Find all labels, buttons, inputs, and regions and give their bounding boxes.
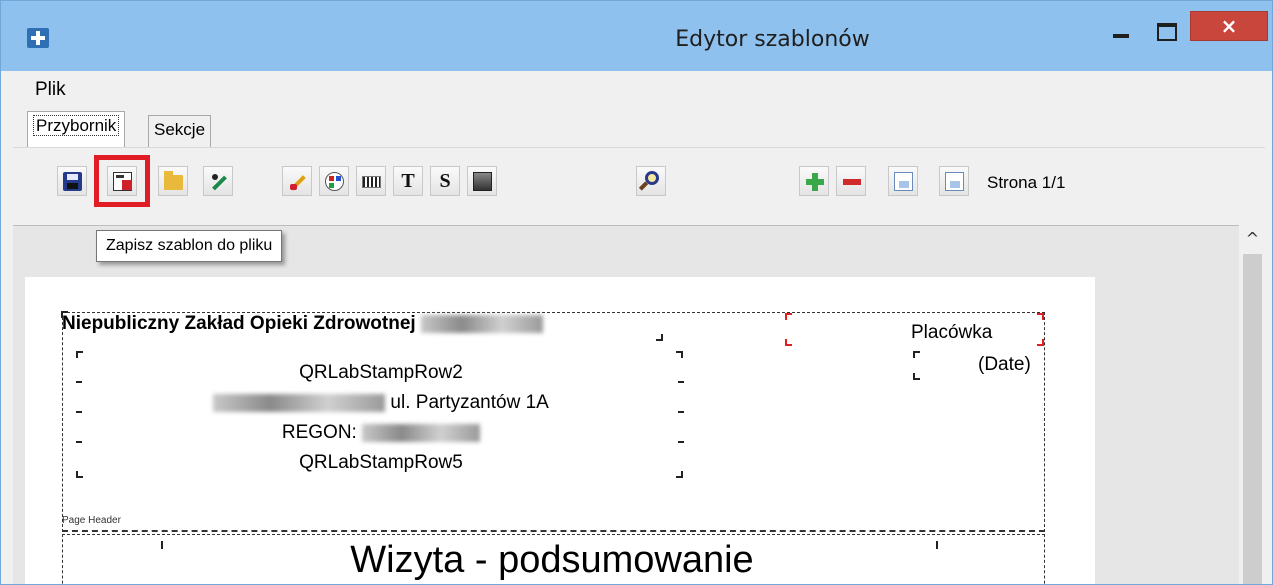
tab-przybornik[interactable]: Przybornik (27, 111, 126, 147)
highlight-box (94, 155, 150, 207)
selection-corner (76, 351, 83, 358)
next-page-icon (945, 172, 964, 191)
handle-tick (76, 381, 82, 383)
tab-strip: Przybornik Sekcje (13, 109, 1265, 149)
selection-corner (1037, 339, 1044, 346)
selection-corner (1037, 313, 1044, 320)
system-field-icon: S (439, 170, 451, 192)
band-label: Page Header (62, 515, 121, 526)
template-editor-window: Edytor szablonów × Plik Przybornik Sekcj… (0, 0, 1273, 585)
magic-wand-icon (288, 172, 307, 191)
stamp-row-regon[interactable]: REGON: (76, 422, 686, 444)
previous-page-button[interactable] (888, 166, 918, 196)
close-icon: × (1220, 14, 1238, 38)
handle-tick (76, 411, 82, 413)
barcode-icon (362, 176, 381, 188)
org-name-text: Niepubliczny Zakład Opieki Zdrowotnej (62, 313, 416, 334)
handle-tick (76, 441, 82, 443)
system-field-button[interactable]: S (430, 166, 460, 196)
text-label-icon: T (401, 170, 415, 192)
date-field[interactable]: (Date) (978, 354, 1031, 376)
menu-item-plik[interactable]: Plik (35, 79, 66, 101)
save-disk-icon (63, 172, 82, 191)
redacted-block (213, 393, 386, 412)
zoom-icon (645, 171, 659, 185)
selection-corner (656, 334, 663, 341)
next-page-button[interactable] (939, 166, 969, 196)
selection-corner (785, 339, 792, 346)
menu-bar: Plik (13, 71, 1265, 107)
tab-sekcje-label: Sekcje (154, 120, 206, 139)
minimize-button[interactable] (1101, 11, 1141, 41)
maximize-button[interactable] (1146, 11, 1186, 41)
redacted-block (420, 314, 543, 333)
add-page-icon (805, 172, 824, 191)
handle-tick (678, 411, 684, 413)
page-indicator: Strona 1/1 (987, 173, 1066, 192)
barcode-button[interactable] (356, 166, 386, 196)
handle-tick (678, 441, 684, 443)
selection-corner (76, 471, 83, 478)
image-icon (473, 172, 492, 191)
selection-corner (913, 373, 920, 380)
scroll-up-icon[interactable]: ^ (1239, 225, 1266, 252)
selection-corner (676, 471, 683, 478)
selection-corner (913, 351, 920, 358)
title-bar[interactable]: Edytor szablonów × (1, 1, 1272, 71)
report-title[interactable]: Wizyta - podsumowanie (61, 539, 1043, 582)
edit-button[interactable] (203, 166, 233, 196)
open-folder-icon (164, 171, 183, 190)
tab-przybornik-label: Przybornik (33, 115, 120, 136)
edit-pen-icon (209, 172, 228, 191)
toolbar: T S Strona 1/1 (13, 147, 1265, 225)
scroll-thumb[interactable] (1243, 254, 1262, 584)
org-name-label[interactable]: Niepubliczny Zakład Opieki Zdrowotnej (62, 313, 543, 335)
save-button[interactable] (57, 166, 87, 196)
image-button[interactable] (467, 166, 497, 196)
wizard-button[interactable] (282, 166, 312, 196)
colors-button[interactable] (319, 166, 349, 196)
text-label-button[interactable]: T (393, 166, 423, 196)
redacted-block (362, 423, 481, 442)
selection-corner (676, 351, 683, 358)
stamp-row-2[interactable]: QRLabStampRow2 (76, 362, 686, 384)
remove-page-button[interactable] (836, 166, 866, 196)
stamp-street-text: ul. Partyzantów 1A (390, 392, 549, 413)
regon-label: REGON: (281, 422, 357, 443)
window-title: Edytor szablonów (675, 27, 870, 52)
tab-sekcje[interactable]: Sekcje (148, 115, 212, 147)
color-palette-icon (325, 172, 344, 191)
placowka-label[interactable]: Placówka (911, 322, 992, 344)
previous-page-icon (894, 172, 913, 191)
preview-button[interactable] (636, 166, 666, 196)
open-template-button[interactable] (158, 166, 188, 196)
remove-page-icon (842, 172, 861, 191)
handle-tick (678, 381, 684, 383)
vertical-scrollbar[interactable]: ^ (1239, 225, 1266, 584)
selection-corner (785, 313, 792, 320)
stamp-row-address[interactable]: ul. Partyzantów 1A (76, 392, 686, 414)
selection-corner (61, 311, 68, 318)
tooltip: Zapisz szablon do pliku (96, 230, 283, 262)
add-page-button[interactable] (799, 166, 829, 196)
stamp-row-5[interactable]: QRLabStampRow5 (76, 452, 686, 474)
close-button[interactable]: × (1190, 11, 1268, 41)
